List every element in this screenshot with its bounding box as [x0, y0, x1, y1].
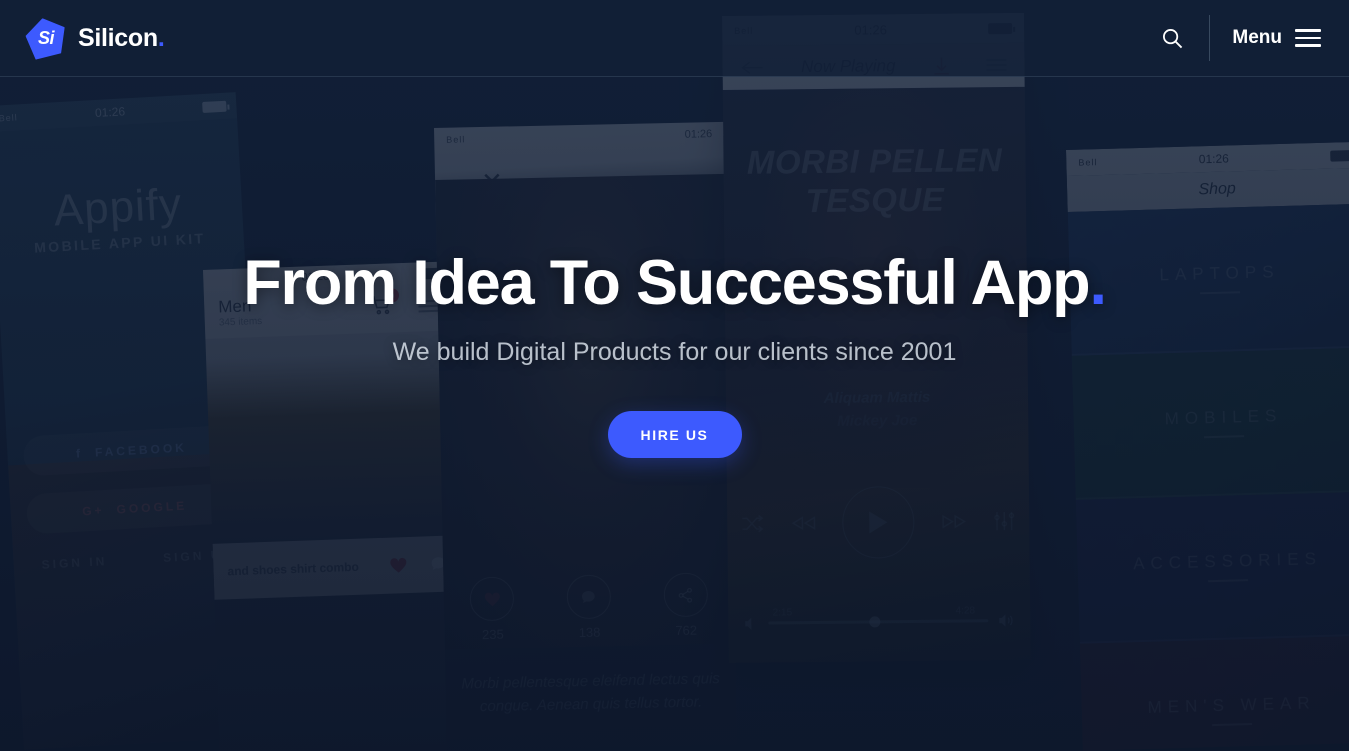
hero-title-accent-dot: .: [1089, 248, 1107, 318]
hamburger-icon: [1295, 24, 1321, 52]
search-icon: [1162, 28, 1183, 48]
header-actions: Menu: [1149, 15, 1321, 61]
site-header: Si Silicon. Menu: [0, 0, 1349, 77]
menu-label: Menu: [1232, 27, 1282, 48]
menu-button[interactable]: Menu: [1232, 24, 1321, 52]
hero-subtitle: We build Digital Products for our client…: [392, 338, 957, 367]
brand-name: Silicon.: [78, 23, 165, 52]
header-divider: [1209, 15, 1211, 61]
brand-dot: .: [157, 23, 165, 52]
search-button[interactable]: [1149, 15, 1195, 61]
hire-us-button[interactable]: HIRE US: [607, 411, 742, 459]
logo-mark-text: Si: [37, 27, 55, 48]
hero-section: From Idea To Successful App. We build Di…: [0, 248, 1349, 459]
page-root: Bell 01:26 Appify MOBILE APP UI KIT f FA…: [0, 0, 1349, 751]
brand-logo[interactable]: Si Silicon.: [26, 18, 165, 58]
page-title: From Idea To Successful App.: [243, 248, 1107, 318]
logo-icon: Si: [26, 18, 66, 58]
